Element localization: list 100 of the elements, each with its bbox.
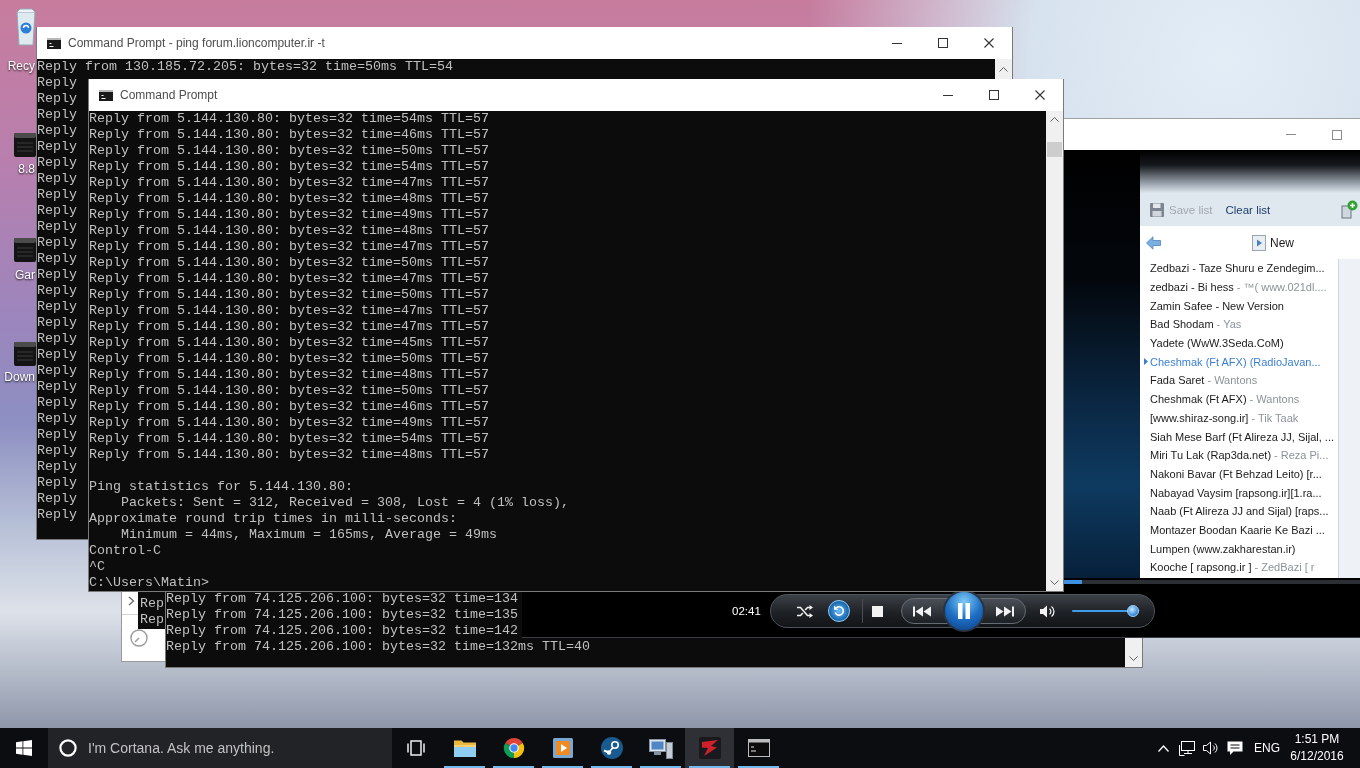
playlist-item[interactable]: Montazer Boodan Kaarie Ke Bazi ... [1144, 520, 1325, 540]
console-line: Reply from 5.144.130.80: bytes=32 time=48ms TTL=57 [89, 223, 489, 239]
playlist-item[interactable]: Nakoni Bavar (Ft Behzad Leito) [r... [1144, 464, 1322, 484]
minimize-icon [943, 94, 953, 96]
play-tile-icon [552, 738, 573, 758]
volume-thumb[interactable] [1126, 605, 1139, 617]
console-line: Reply [37, 379, 77, 395]
icon-label: Recy [7, 59, 35, 73]
volume-button[interactable] [1039, 603, 1056, 619]
back-button[interactable] [1146, 235, 1161, 250]
console-line: Reply from 74.125.206.100: bytes=32 time=142 [166, 623, 518, 639]
playlist-item[interactable]: Cheshmak (Ft AFX) (RadioJavan... [1144, 352, 1321, 372]
icon-label: Gar [15, 268, 35, 282]
console-line: Reply from 5.144.130.80: bytes=32 time=47ms TTL=57 [89, 239, 489, 255]
console-line: Minimum = 44ms, Maximum = 165ms, Average = 49ms [121, 527, 497, 543]
stop-button[interactable] [871, 605, 884, 617]
console-line: Approximate round trip times in milli-seconds: [89, 511, 457, 527]
console-line: Reply [37, 267, 77, 283]
seek-bar[interactable] [1064, 580, 1360, 584]
speech-bubble-icon [1227, 740, 1243, 756]
drive-icon[interactable] [14, 340, 36, 366]
console-line: Reply [37, 427, 77, 443]
chevron-right-icon[interactable] [128, 596, 135, 606]
console-line: Reply from 5.144.130.80: bytes=32 time=46ms TTL=57 [89, 127, 489, 143]
arrow-left-icon [1146, 235, 1161, 250]
window-title: Command Prompt [120, 87, 218, 103]
skip-back-icon [912, 605, 931, 617]
playlist-item[interactable]: Miri Tu Lak (Rap3da.net) - Reza Pi... [1144, 445, 1329, 465]
console-line: Reply [37, 155, 77, 171]
console-line: Reply from 5.144.130.80: bytes=32 time=48ms TTL=57 [89, 447, 489, 463]
console-line: Reply [37, 299, 77, 315]
playlist-item[interactable]: Naab (Ft Alireza JJ and Sijal) [raps... [1144, 501, 1329, 521]
window-title: Command Prompt - ping forum.lioncomputer.ir -t [68, 35, 325, 51]
console-line: Reply from 5.144.130.80: bytes=32 time=50ms TTL=57 [89, 255, 489, 271]
playlist-item[interactable]: Zedbazi - Taze Shuru e Zendegim... [1144, 259, 1325, 278]
console-line: Reply [37, 139, 77, 155]
trash-bin-icon[interactable] [16, 8, 36, 46]
drive-icon[interactable] [14, 236, 36, 262]
console-line: Reply [37, 283, 77, 299]
console-line: Reply from 5.144.130.80: bytes=32 time=48ms TTL=57 [89, 191, 489, 207]
volume-slider[interactable] [1071, 605, 1140, 617]
playlist-item[interactable]: Cheshmak (Ft AFX) - Wantons [1144, 389, 1300, 409]
segmented-circle-icon [502, 737, 525, 759]
playlist-item[interactable]: Zamin Safee - New Version [1144, 296, 1284, 316]
console-line: Reply [37, 363, 77, 379]
caret-up-icon [1050, 117, 1059, 122]
console-icon [747, 739, 770, 757]
maximize-icon [1332, 129, 1342, 140]
clock[interactable]: 1:51 PM 6/12/2016 [1286, 728, 1348, 768]
console-line: Reply [37, 75, 77, 91]
search-field[interactable]: I'm Cortana. Ask me anything. [48, 728, 392, 768]
repeat-icon [832, 605, 845, 617]
icon-label: 8.8 [18, 162, 35, 176]
playlist-item[interactable]: Nabayad Vaysim [rapsong.ir][1.ra... [1144, 483, 1322, 502]
clear-list-button[interactable]: Clear list [1225, 201, 1271, 218]
playlist-item[interactable]: Kooche [ rapsong.ir ] - ZedBazi [ r [1144, 558, 1315, 577]
playlist-item[interactable]: [www.shiraz-song.ir] - Tik Taak [1144, 408, 1299, 428]
playlist-item[interactable]: Bad Shodam - Yas [1144, 315, 1242, 334]
caret-down-icon [1129, 656, 1138, 661]
console-line: Reply [37, 235, 77, 251]
console-line: Reply from 74.125.206.100: bytes=32 time=134 [166, 591, 518, 607]
console-line: Control-C [89, 543, 161, 559]
repeat-button[interactable] [827, 600, 850, 622]
close-icon [1035, 90, 1045, 100]
console-line: Reply [37, 475, 77, 491]
play-pause-button[interactable] [942, 590, 985, 632]
console-line: Reply [37, 347, 77, 363]
icon-label: Down [4, 370, 35, 384]
playlist-item[interactable]: Siah Mese Barf (Ft Alireza JJ, Sijal, ... [1144, 427, 1334, 446]
console-line: Reply from 5.144.130.80: bytes=32 time=49ms TTL=57 [89, 415, 489, 431]
playlist-title: New [1270, 234, 1294, 251]
console-line: Reply from 130.185.72.205: bytes=32 time=50ms TTL=54 [37, 59, 453, 75]
taskbar-button[interactable] [685, 728, 734, 768]
network-icon [1179, 740, 1195, 756]
shuffle-icon [796, 604, 813, 618]
playlist-item[interactable]: Fada Saret - Wantons [1144, 371, 1258, 390]
ring-icon [59, 739, 77, 757]
drive-icon[interactable] [14, 131, 36, 157]
computer-icon [648, 737, 673, 759]
plus-badge-icon[interactable] [1341, 200, 1358, 219]
speaker-icon [1039, 604, 1056, 618]
playlist-item[interactable]: Yadete (WwW.3Seda.CoM) [1144, 333, 1284, 353]
console-icon [47, 37, 61, 49]
playlist-item[interactable]: zedbazi - Bi hess - ™( www.021dl.... [1144, 277, 1327, 297]
console-line: Reply from 5.144.130.80: bytes=32 time=50ms TTL=57 [89, 143, 489, 159]
console-line: Reply [37, 203, 77, 219]
console-line: Reply [37, 251, 77, 267]
folder-icon [453, 739, 476, 757]
bolt-logo-icon [698, 737, 721, 759]
console-line: Packets: Sent = 312, Received = 308, Lost = 4 (1% loss), [121, 495, 569, 511]
playlist-item[interactable]: Lumpen (www.zakharestan.ir) [1144, 539, 1296, 558]
console-line: Reply from 5.144.130.80: bytes=32 time=47ms TTL=57 [89, 175, 489, 191]
scroll-thumb[interactable] [1047, 142, 1062, 157]
play-tile-icon [1252, 234, 1266, 251]
windows-logo-icon [16, 740, 32, 756]
console-line: Reply [37, 411, 77, 427]
console-line: Reply from 5.144.130.80: bytes=32 time=45ms TTL=57 [89, 335, 489, 351]
language-indicator[interactable]: ENG [1250, 728, 1284, 768]
console-line: Reply from 5.144.130.80: bytes=32 time=50ms TTL=57 [89, 287, 489, 303]
console-line: Reply from 5.144.130.80: bytes=32 time=50ms TTL=57 [89, 383, 489, 399]
